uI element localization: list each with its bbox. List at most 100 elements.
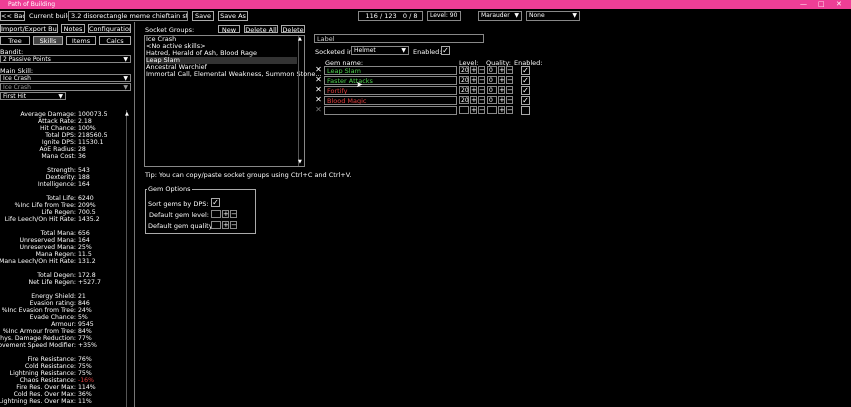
socketed-in-dropdown[interactable]: Helmet ▼ (351, 46, 409, 55)
delete-group-button[interactable]: Delete (281, 25, 305, 33)
group-enabled-checkbox[interactable]: ✓ (441, 46, 450, 55)
chevron-down-icon: ▼ (123, 56, 128, 63)
scroll-up-icon[interactable]: ▲ (298, 36, 302, 42)
gem-level-input[interactable]: 20 (459, 96, 469, 104)
new-group-button[interactable]: New (218, 25, 240, 33)
decrement-icon[interactable]: − (478, 76, 485, 84)
remove-gem-icon[interactable]: ✕ (315, 76, 322, 84)
decrement-icon[interactable]: − (478, 96, 485, 104)
stat-row (0, 160, 128, 167)
increment-icon[interactable]: + (498, 66, 505, 74)
decrement-icon[interactable]: − (506, 76, 513, 84)
close-icon[interactable]: ✕ (836, 0, 842, 9)
ascendancy-dropdown[interactable]: None ▼ (526, 11, 580, 21)
remove-gem-icon[interactable]: ✕ (315, 96, 322, 104)
increment-icon[interactable]: + (498, 96, 505, 104)
gem-quality-input[interactable]: 0 (487, 86, 497, 94)
gem-quality-input[interactable]: 0 (487, 96, 497, 104)
increment-icon[interactable]: + (498, 86, 505, 94)
default-level-input[interactable] (211, 210, 221, 218)
save-as-button[interactable]: Save As (218, 11, 248, 21)
stat-label: Fire Resistance: (27, 356, 76, 363)
build-name-field[interactable]: 3.2 disorectangle meme chieftain starter (68, 11, 188, 21)
list-scrollbar[interactable] (298, 36, 299, 166)
stat-row: Unreserved Mana: 164 (0, 237, 128, 244)
chevron-down-icon: ▼ (514, 12, 519, 19)
increment-icon[interactable]: + (470, 96, 477, 104)
skills-tab[interactable]: Skills (33, 36, 63, 45)
gem-quality-input[interactable]: 0 (487, 76, 497, 84)
stat-label: Life Regen: (41, 209, 76, 216)
configuration-tab[interactable]: Configuration (88, 24, 131, 33)
delete-all-button[interactable]: Delete All (244, 25, 278, 33)
import-export-tab[interactable]: Import/Export Build (0, 24, 58, 33)
main-skill-dropdown[interactable]: Ice Crash ▼ (0, 74, 131, 82)
decrement-icon[interactable]: − (506, 86, 513, 94)
socket-group-list[interactable]: Ice Crash <No active skills> Hatred, Her… (144, 35, 322, 167)
gem-name-field[interactable]: Blood Magic (324, 96, 457, 105)
stat-row: Hit Chance: 100% (0, 125, 128, 132)
stat-value: 218560.5 (78, 132, 108, 139)
gem-enabled-checkbox[interactable] (521, 106, 530, 115)
gem-enabled-checkbox[interactable]: ✓ (521, 96, 530, 105)
remove-gem-icon[interactable]: ✕ (315, 86, 322, 94)
items-tab[interactable]: Items (66, 36, 96, 45)
gem-name-field[interactable]: Faster Attacks (324, 76, 457, 85)
minimize-icon[interactable]: — (800, 0, 807, 9)
decrement-icon[interactable]: − (478, 106, 485, 114)
sort-gems-checkbox[interactable]: ✓ (211, 198, 220, 207)
decrement-icon[interactable]: − (230, 210, 237, 218)
back-button[interactable]: << Back (0, 11, 25, 21)
stat-row: Ignite DPS: 11530.1 (0, 139, 128, 146)
increment-icon[interactable]: + (470, 76, 477, 84)
decrement-icon[interactable]: − (506, 96, 513, 104)
gem-level-input[interactable]: 20 (459, 76, 469, 84)
decrement-icon[interactable]: − (230, 221, 237, 229)
decrement-icon[interactable]: − (506, 106, 513, 114)
gem-enabled-checkbox[interactable]: ✓ (521, 76, 530, 85)
gem-enabled-checkbox[interactable]: ✓ (521, 86, 530, 95)
bandit-dropdown[interactable]: 2 Passive Points ▼ (0, 55, 131, 63)
remove-gem-icon[interactable]: ✕ (315, 66, 322, 74)
decrement-icon[interactable]: − (506, 66, 513, 74)
gem-name-field[interactable] (324, 106, 457, 115)
hit-type-dropdown[interactable]: First Hit ▼ (0, 92, 66, 100)
increment-icon[interactable]: + (470, 106, 477, 114)
tree-tab[interactable]: Tree (0, 36, 30, 45)
main-skill-value: Ice Crash (3, 75, 31, 82)
stats-scrollbar[interactable] (126, 110, 127, 407)
scroll-up-icon[interactable]: ▲ (125, 111, 129, 117)
current-build-label: Current build: (29, 12, 74, 20)
class-dropdown[interactable]: Marauder ▼ (478, 11, 522, 21)
maximize-icon[interactable]: □ (818, 0, 825, 9)
gem-name-field[interactable]: Fortify (324, 86, 457, 95)
level-field[interactable]: Level: 90 (427, 11, 461, 21)
increment-icon[interactable]: + (470, 86, 477, 94)
gem-enabled-checkbox[interactable]: ✓ (521, 66, 530, 75)
increment-icon[interactable]: + (222, 210, 229, 218)
scroll-down-icon[interactable]: ▼ (298, 159, 302, 165)
gem-name-field[interactable]: Leap Slam (324, 66, 457, 75)
save-button[interactable]: Save (192, 11, 214, 21)
hit-type-value: First Hit (3, 93, 27, 100)
calcs-tab[interactable]: Calcs (99, 36, 131, 45)
stat-label: Average Damage: (20, 111, 76, 118)
increment-icon[interactable]: + (470, 66, 477, 74)
gem-level-input[interactable] (459, 106, 469, 114)
increment-icon[interactable]: + (498, 76, 505, 84)
increment-icon[interactable]: + (498, 106, 505, 114)
gem-level-input[interactable]: 20 (459, 66, 469, 74)
default-quality-input[interactable] (211, 221, 221, 229)
increment-icon[interactable]: + (222, 221, 229, 229)
skill-part-dropdown[interactable]: Ice Crash ▼ (0, 83, 131, 91)
remove-gem-icon[interactable]: ✕ (315, 106, 322, 114)
decrement-icon[interactable]: − (478, 66, 485, 74)
ascendancy-points: 0 / 8 (402, 12, 418, 20)
gem-quality-input[interactable] (487, 106, 497, 114)
decrement-icon[interactable]: − (478, 86, 485, 94)
notes-tab[interactable]: Notes (61, 24, 85, 33)
gem-quality-input[interactable]: 0 (487, 66, 497, 74)
list-item[interactable]: Immortal Call, Elemental Weakness, Summo… (146, 71, 322, 78)
gem-level-input[interactable]: 20 (459, 86, 469, 94)
label-field[interactable]: Label (314, 34, 484, 43)
